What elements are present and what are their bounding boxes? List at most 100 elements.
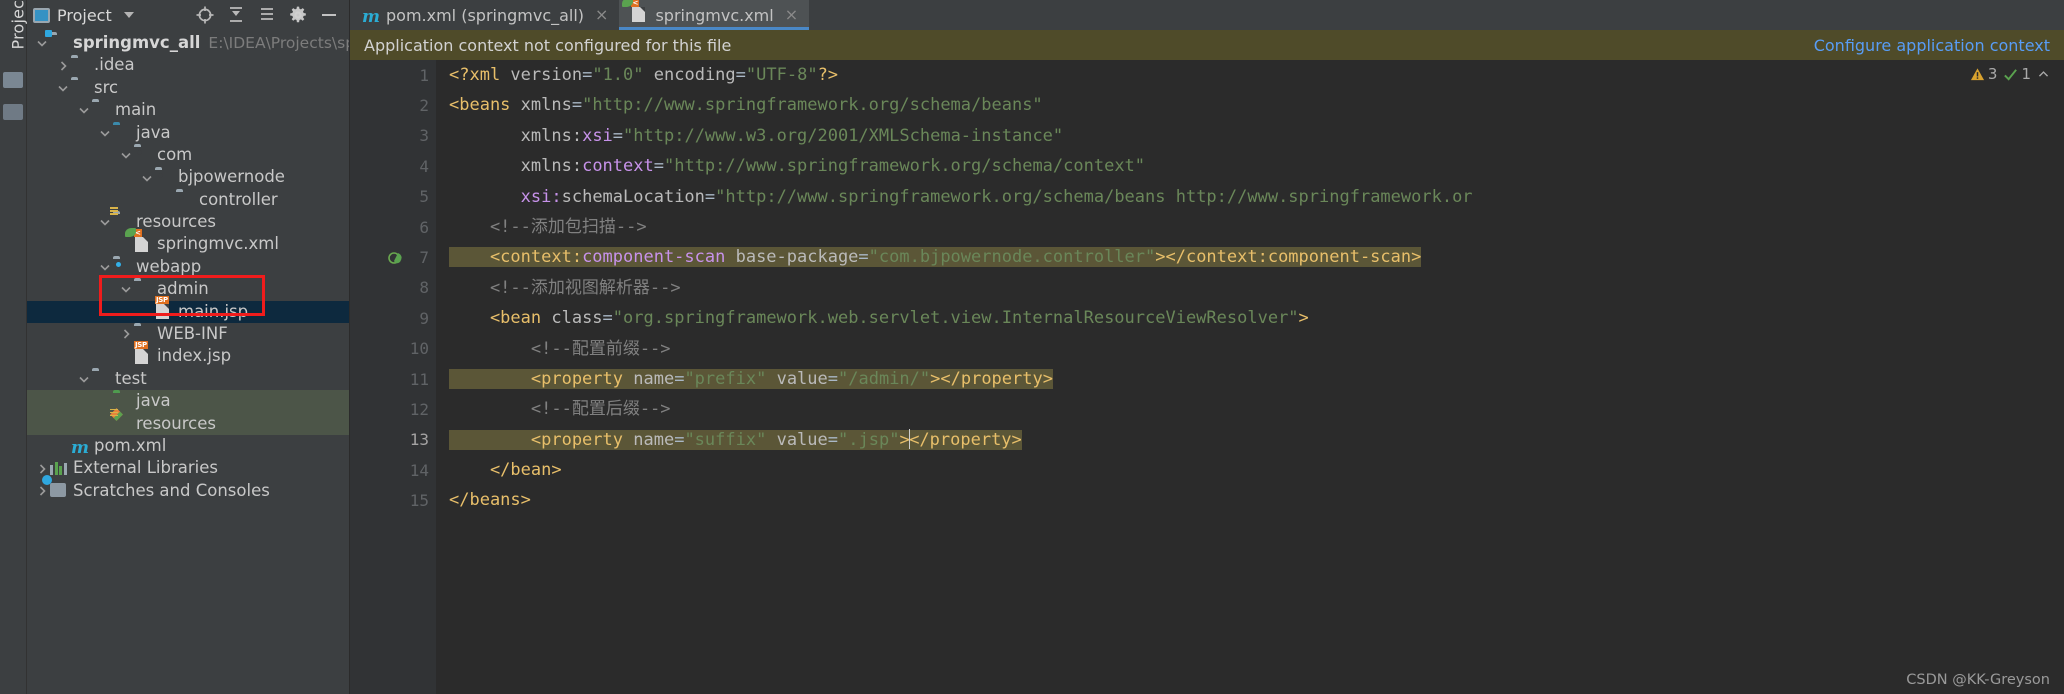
tree-item-index-jsp[interactable]: JSP index.jsp (27, 340, 349, 367)
gutter-line-8[interactable]: 8 (350, 273, 436, 303)
expand-all-icon[interactable] (255, 3, 279, 27)
tree-item-external-libraries[interactable]: External Libraries (27, 457, 349, 479)
tree-item-idea[interactable]: .idea (27, 54, 349, 76)
tree-expand-arrow[interactable] (98, 126, 112, 140)
gutter-line-12[interactable]: 12 (350, 394, 436, 424)
gutter-line-13[interactable]: 13 (350, 425, 436, 455)
tree-item-java[interactable]: java (27, 122, 349, 144)
tree-item-main-jsp[interactable]: JSP main.jsp (27, 295, 349, 324)
chevron-down-icon[interactable] (123, 12, 134, 18)
gutter-spring-icon[interactable] (386, 249, 406, 267)
collapse-all-icon[interactable] (224, 3, 248, 27)
tree-item-webapp[interactable]: webapp (27, 256, 349, 278)
configure-application-context-link[interactable]: Configure application context (1814, 36, 2050, 55)
gutter-line-9[interactable]: 9 (350, 303, 449, 333)
favorites-tool-icon[interactable] (3, 104, 23, 120)
tree-item-icon (134, 147, 153, 163)
gutter-line-3[interactable]: 3 (350, 121, 436, 151)
editor-scrollbar[interactable] (2051, 60, 2064, 694)
code-token: = (827, 368, 839, 389)
chevron-down-icon (79, 108, 89, 114)
project-tree[interactable]: springmvc_all E:\IDEA\Projects\springmvc.… (27, 30, 349, 694)
gutter-line-14[interactable]: 14 (350, 455, 449, 485)
tree-item-test[interactable]: test (27, 368, 349, 390)
tree-item-bjpowernode[interactable]: bjpowernode (27, 166, 349, 188)
chevron-up-icon[interactable] (2037, 68, 2050, 81)
settings-gear-icon[interactable] (286, 3, 310, 27)
tree-expand-arrow[interactable] (98, 260, 112, 274)
tree-expand-arrow[interactable] (98, 215, 112, 229)
gutter-line-10[interactable]: 10 (350, 334, 436, 364)
code-text: xsi:schemaLocation="http://www.springfra… (449, 187, 1473, 207)
gutter-line-15[interactable]: 15 (350, 485, 449, 515)
structure-tool-icon[interactable] (3, 72, 23, 88)
code-editor[interactable]: 1 2 3 4 5 6 7 8 9 10 11 12 13 14 15 <?xml version="1.0… (350, 60, 2064, 694)
code-line-2: <beans xmlns="http://www.springframework… (449, 90, 2064, 120)
tree-item-web-inf[interactable]: WEB-INF (27, 323, 349, 345)
code-line-10: <!--配置前缀--> (449, 334, 2064, 364)
tree-item-path: E:\IDEA\Projects\springmvc (208, 34, 349, 53)
locate-icon[interactable] (193, 3, 217, 27)
gutter-line-11[interactable]: 11 (350, 364, 436, 394)
tree-item-resources[interactable]: resources (27, 207, 349, 233)
tree-expand-arrow (140, 305, 154, 319)
tree-item-icon (134, 281, 153, 297)
tree-expand-arrow[interactable] (35, 484, 49, 498)
tree-item-com[interactable]: com (27, 144, 349, 166)
tree-expand-arrow[interactable] (35, 462, 49, 476)
code-token: = (571, 95, 583, 116)
gutter-line-1[interactable]: 1 (350, 60, 436, 90)
tree-item-springmvc-all[interactable]: springmvc_all E:\IDEA\Projects\springmvc (27, 30, 349, 54)
code-token: <!--配置后缀--> (449, 399, 671, 420)
tree-expand-arrow[interactable] (119, 148, 133, 162)
warning-group[interactable]: 3 (1970, 65, 1997, 83)
code-token: schemaLocation (561, 186, 705, 207)
tree-expand-arrow[interactable] (35, 36, 49, 50)
line-number: 2 (419, 96, 429, 116)
editor-tab-bar[interactable]: m pom.xml (springmvc_all) × < springmvc.xml × (350, 0, 2064, 30)
tree-item-resources[interactable]: resources (27, 407, 349, 436)
gutter-line-7[interactable]: 7 (350, 242, 436, 272)
tree-item-springmvc-xml[interactable]: < springmvc.xml (27, 227, 349, 256)
tree-expand-arrow[interactable] (119, 327, 133, 341)
tree-item-icon: JSP (134, 340, 153, 365)
chevron-down-icon (121, 153, 131, 159)
hide-window-icon[interactable] (317, 3, 341, 27)
gutter-line-4[interactable]: 4 (350, 151, 436, 181)
tree-expand-arrow[interactable] (119, 282, 133, 296)
tree-item-main[interactable]: main (27, 99, 349, 121)
tab-close-icon[interactable]: × (595, 7, 608, 23)
weak-warning-group[interactable]: 1 (2003, 65, 2031, 83)
code-text: xmlns:xsi="http://www.w3.org/2001/XMLSch… (449, 126, 1064, 146)
code-content[interactable]: <?xml version="1.0" encoding="UTF-8"?> <b… (436, 60, 2064, 694)
code-token: xmlns (520, 95, 572, 116)
code-token: value (776, 368, 828, 389)
tree-expand-arrow[interactable] (77, 372, 91, 386)
tree-expand-arrow[interactable] (56, 81, 70, 95)
tree-item-controller[interactable]: controller (27, 189, 349, 211)
tree-expand-arrow[interactable] (77, 103, 91, 117)
tab-close-icon[interactable]: × (785, 7, 798, 23)
gutter-line-5[interactable]: 5 (350, 182, 436, 212)
tree-item-label: java (136, 122, 171, 142)
tree-item-scratches-and-consoles[interactable]: Scratches and Consoles (27, 475, 349, 502)
editor-tab-springmvc-xml[interactable]: < springmvc.xml × (619, 0, 810, 30)
code-token: = (827, 429, 839, 450)
project-toolwindow-label[interactable]: Project (9, 0, 28, 50)
editor-tab-pom-xml[interactable]: m pom.xml (springmvc_all) × (350, 0, 620, 30)
gutter-line-6[interactable]: 6 (350, 212, 436, 242)
inspection-widget[interactable]: 3 1 (1970, 65, 2050, 83)
tree-expand-arrow[interactable] (140, 171, 154, 185)
tree-expand-arrow[interactable] (56, 59, 70, 73)
tree-item-pom-xml[interactable]: m pom.xml (27, 435, 349, 457)
code-token: > (1298, 308, 1309, 329)
tree-item-admin[interactable]: admin (27, 278, 349, 300)
tree-item-icon (50, 461, 69, 477)
code-line-5: xsi:schemaLocation="http://www.springfra… (449, 182, 2064, 212)
line-number-gutter[interactable]: 1 2 3 4 5 6 7 8 9 10 11 12 13 14 15 (350, 60, 449, 694)
tree-item-java[interactable]: java (27, 390, 349, 413)
gutter-line-2[interactable]: 2 (350, 90, 449, 121)
tree-item-src[interactable]: src (27, 77, 349, 99)
